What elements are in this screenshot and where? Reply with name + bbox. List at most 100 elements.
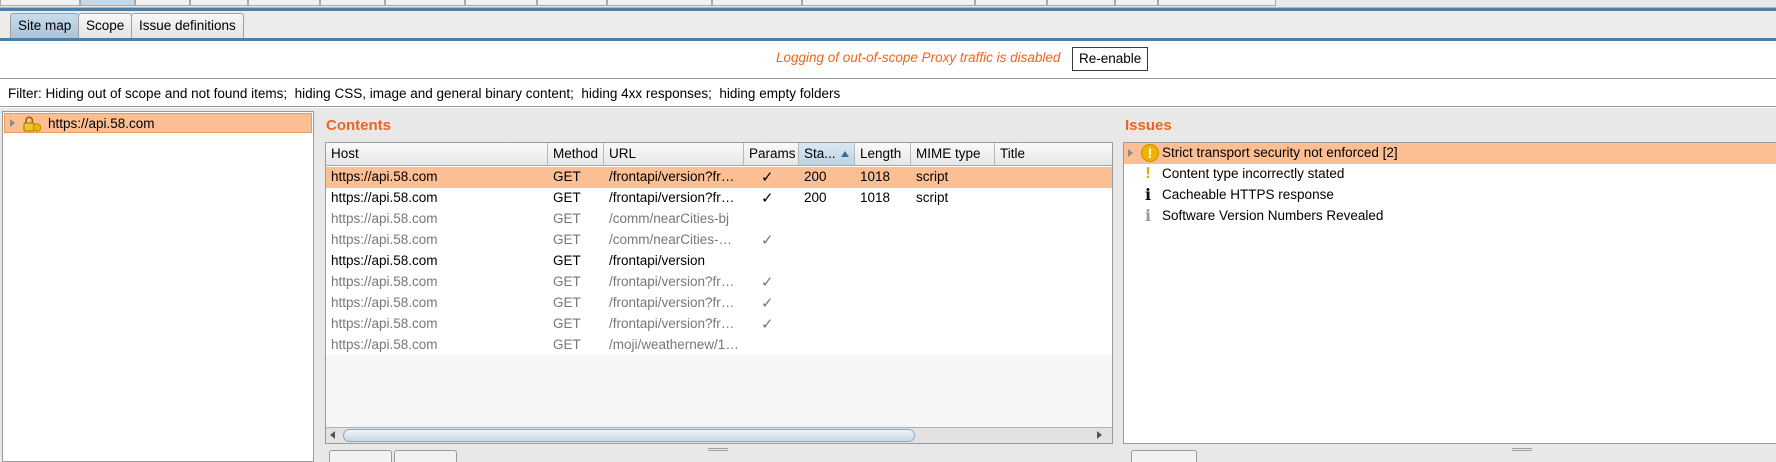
cell-url: /frontapi/version?fron... bbox=[609, 190, 739, 205]
contents-panel: Contents Host Method URL Params Sta... L… bbox=[322, 111, 1115, 462]
top-tab[interactable] bbox=[607, 0, 712, 6]
table-row[interactable]: https://api.58.com GET/frontapi/version?f… bbox=[326, 314, 1112, 335]
cell-host: https://api.58.com bbox=[331, 190, 438, 205]
cell-host: https://api.58.com bbox=[331, 253, 438, 268]
subtab-bar: Site map Scope Issue definitions bbox=[0, 11, 1776, 39]
issue-item[interactable]: ! Content type incorrectly stated bbox=[1124, 164, 1776, 185]
tree-item[interactable]: https://api.58.com bbox=[4, 113, 312, 133]
issue-label: Software Version Numbers Revealed bbox=[1162, 208, 1384, 223]
cell-params: ✓ bbox=[761, 274, 774, 291]
cell-method: GET bbox=[553, 316, 581, 331]
filter-bar[interactable]: Filter: Hiding out of scope and not foun… bbox=[0, 78, 1776, 107]
tab-issue-definitions[interactable]: Issue definitions bbox=[131, 13, 244, 39]
cell-method: GET bbox=[553, 211, 581, 226]
issue-label: Strict transport security not enforced [… bbox=[1162, 145, 1398, 160]
cell-host: https://api.58.com bbox=[331, 316, 438, 331]
column-header-title[interactable]: Title bbox=[995, 143, 1112, 165]
contents-title: Contents bbox=[326, 117, 391, 134]
top-tab[interactable] bbox=[0, 0, 80, 6]
table-row[interactable]: https://api.58.com GET/frontapi/version?f… bbox=[326, 272, 1112, 293]
cell-url: /frontapi/version?fron... bbox=[609, 169, 739, 184]
top-tab[interactable] bbox=[385, 0, 465, 6]
issues-list[interactable]: ! Strict transport security not enforced… bbox=[1123, 142, 1776, 444]
tab-scope[interactable]: Scope bbox=[78, 13, 133, 39]
cell-status: 200 bbox=[804, 190, 827, 205]
cell-length: 1018 bbox=[860, 190, 891, 205]
cell-method: GET bbox=[553, 337, 581, 352]
cell-length: 1018 bbox=[860, 169, 891, 184]
issue-item[interactable]: i Software Version Numbers Revealed bbox=[1124, 206, 1776, 227]
top-tab[interactable] bbox=[320, 0, 385, 6]
table-row[interactable]: https://api.58.com GET/frontapi/version?f… bbox=[326, 167, 1112, 188]
table-row[interactable]: https://api.58.com GET/comm/nearCities-bj… bbox=[326, 230, 1112, 251]
top-tab[interactable] bbox=[1115, 0, 1158, 6]
column-header-status-label: Sta... bbox=[804, 146, 836, 161]
contents-bottom-tab[interactable] bbox=[394, 450, 457, 462]
tab-site-map[interactable]: Site map bbox=[10, 13, 80, 39]
table-header: Host Method URL Params Sta... Length MIM… bbox=[326, 143, 1112, 166]
top-tab-active[interactable] bbox=[80, 0, 135, 6]
cell-mime-type: script bbox=[916, 169, 949, 184]
cell-params: ✓ bbox=[761, 232, 774, 249]
info-icon: i bbox=[1144, 185, 1152, 204]
top-tab[interactable] bbox=[802, 0, 975, 6]
table-row[interactable]: https://api.58.com GET/frontapi/version?f… bbox=[326, 293, 1112, 314]
warning-circle-icon: ! bbox=[1141, 144, 1159, 162]
panel-splitter[interactable] bbox=[314, 108, 320, 462]
resize-grip-icon[interactable] bbox=[1512, 448, 1532, 451]
column-header-url[interactable]: URL bbox=[604, 143, 744, 165]
column-header-params[interactable]: Params bbox=[744, 143, 799, 165]
re-enable-button[interactable]: Re-enable bbox=[1072, 47, 1149, 71]
cell-host: https://api.58.com bbox=[331, 295, 438, 310]
cell-url: /frontapi/version?fron... bbox=[609, 274, 739, 289]
issue-label: Cacheable HTTPS response bbox=[1162, 187, 1334, 202]
column-header-host[interactable]: Host bbox=[326, 143, 548, 165]
cell-params: ✓ bbox=[761, 190, 774, 207]
top-tab[interactable] bbox=[190, 0, 248, 6]
exclamation-icon: ! bbox=[1145, 165, 1151, 182]
issue-item[interactable]: i Cacheable HTTPS response bbox=[1124, 185, 1776, 206]
top-tab[interactable] bbox=[248, 0, 320, 6]
table-row[interactable]: https://api.58.com GET/frontapi/version?f… bbox=[326, 188, 1112, 209]
top-tab[interactable] bbox=[1047, 0, 1115, 6]
cell-method: GET bbox=[553, 232, 581, 247]
scroll-left-icon[interactable] bbox=[330, 431, 335, 439]
table-row[interactable]: https://api.58.com GET/frontapi/version bbox=[326, 251, 1112, 272]
table-row[interactable]: https://api.58.com GET/comm/nearCities-bj bbox=[326, 209, 1112, 230]
tree-item-label: https://api.58.com bbox=[48, 116, 155, 131]
top-tab[interactable] bbox=[975, 0, 1047, 6]
column-header-mime-type[interactable]: MIME type bbox=[911, 143, 995, 165]
cell-url: /frontapi/version?fron... bbox=[609, 295, 739, 310]
top-tab[interactable] bbox=[537, 0, 607, 6]
top-tab[interactable] bbox=[712, 0, 802, 6]
expand-arrow-icon[interactable] bbox=[1128, 149, 1133, 157]
cell-mime-type: script bbox=[916, 190, 949, 205]
cell-host: https://api.58.com bbox=[331, 337, 438, 352]
issue-item[interactable]: ! Strict transport security not enforced… bbox=[1124, 143, 1776, 164]
cell-url: /frontapi/version?fron... bbox=[609, 316, 739, 331]
table-row[interactable]: https://api.58.com GET/moji/weathernew/18… bbox=[326, 335, 1112, 356]
issues-panel: Issues ! Strict transport security not e… bbox=[1121, 111, 1776, 462]
top-tab[interactable] bbox=[465, 0, 537, 6]
info-grey-icon: i bbox=[1144, 206, 1152, 225]
lock-icon bbox=[23, 116, 41, 132]
column-header-method[interactable]: Method bbox=[548, 143, 604, 165]
logging-message: Logging of out-of-scope Proxy traffic is… bbox=[776, 50, 1061, 65]
site-map-tree[interactable]: https://api.58.com bbox=[2, 111, 314, 462]
cell-method: GET bbox=[553, 190, 581, 205]
top-tab[interactable] bbox=[135, 0, 190, 6]
resize-grip-icon[interactable] bbox=[708, 448, 728, 451]
scroll-right-icon[interactable] bbox=[1097, 431, 1102, 439]
expand-arrow-icon[interactable] bbox=[10, 119, 15, 127]
contents-bottom-tab[interactable] bbox=[329, 450, 392, 462]
column-header-length[interactable]: Length bbox=[855, 143, 911, 165]
cell-host: https://api.58.com bbox=[331, 274, 438, 289]
issues-bottom-tab[interactable] bbox=[1131, 450, 1197, 462]
cell-params: ✓ bbox=[761, 169, 774, 186]
contents-table[interactable]: Host Method URL Params Sta... Length MIM… bbox=[325, 142, 1113, 444]
horizontal-scrollbar[interactable] bbox=[326, 427, 1112, 443]
cell-url: /comm/nearCities-bj... bbox=[609, 232, 739, 247]
scrollbar-thumb[interactable] bbox=[343, 429, 915, 442]
column-header-status[interactable]: Sta... bbox=[799, 143, 855, 165]
top-tab[interactable] bbox=[1158, 0, 1276, 6]
